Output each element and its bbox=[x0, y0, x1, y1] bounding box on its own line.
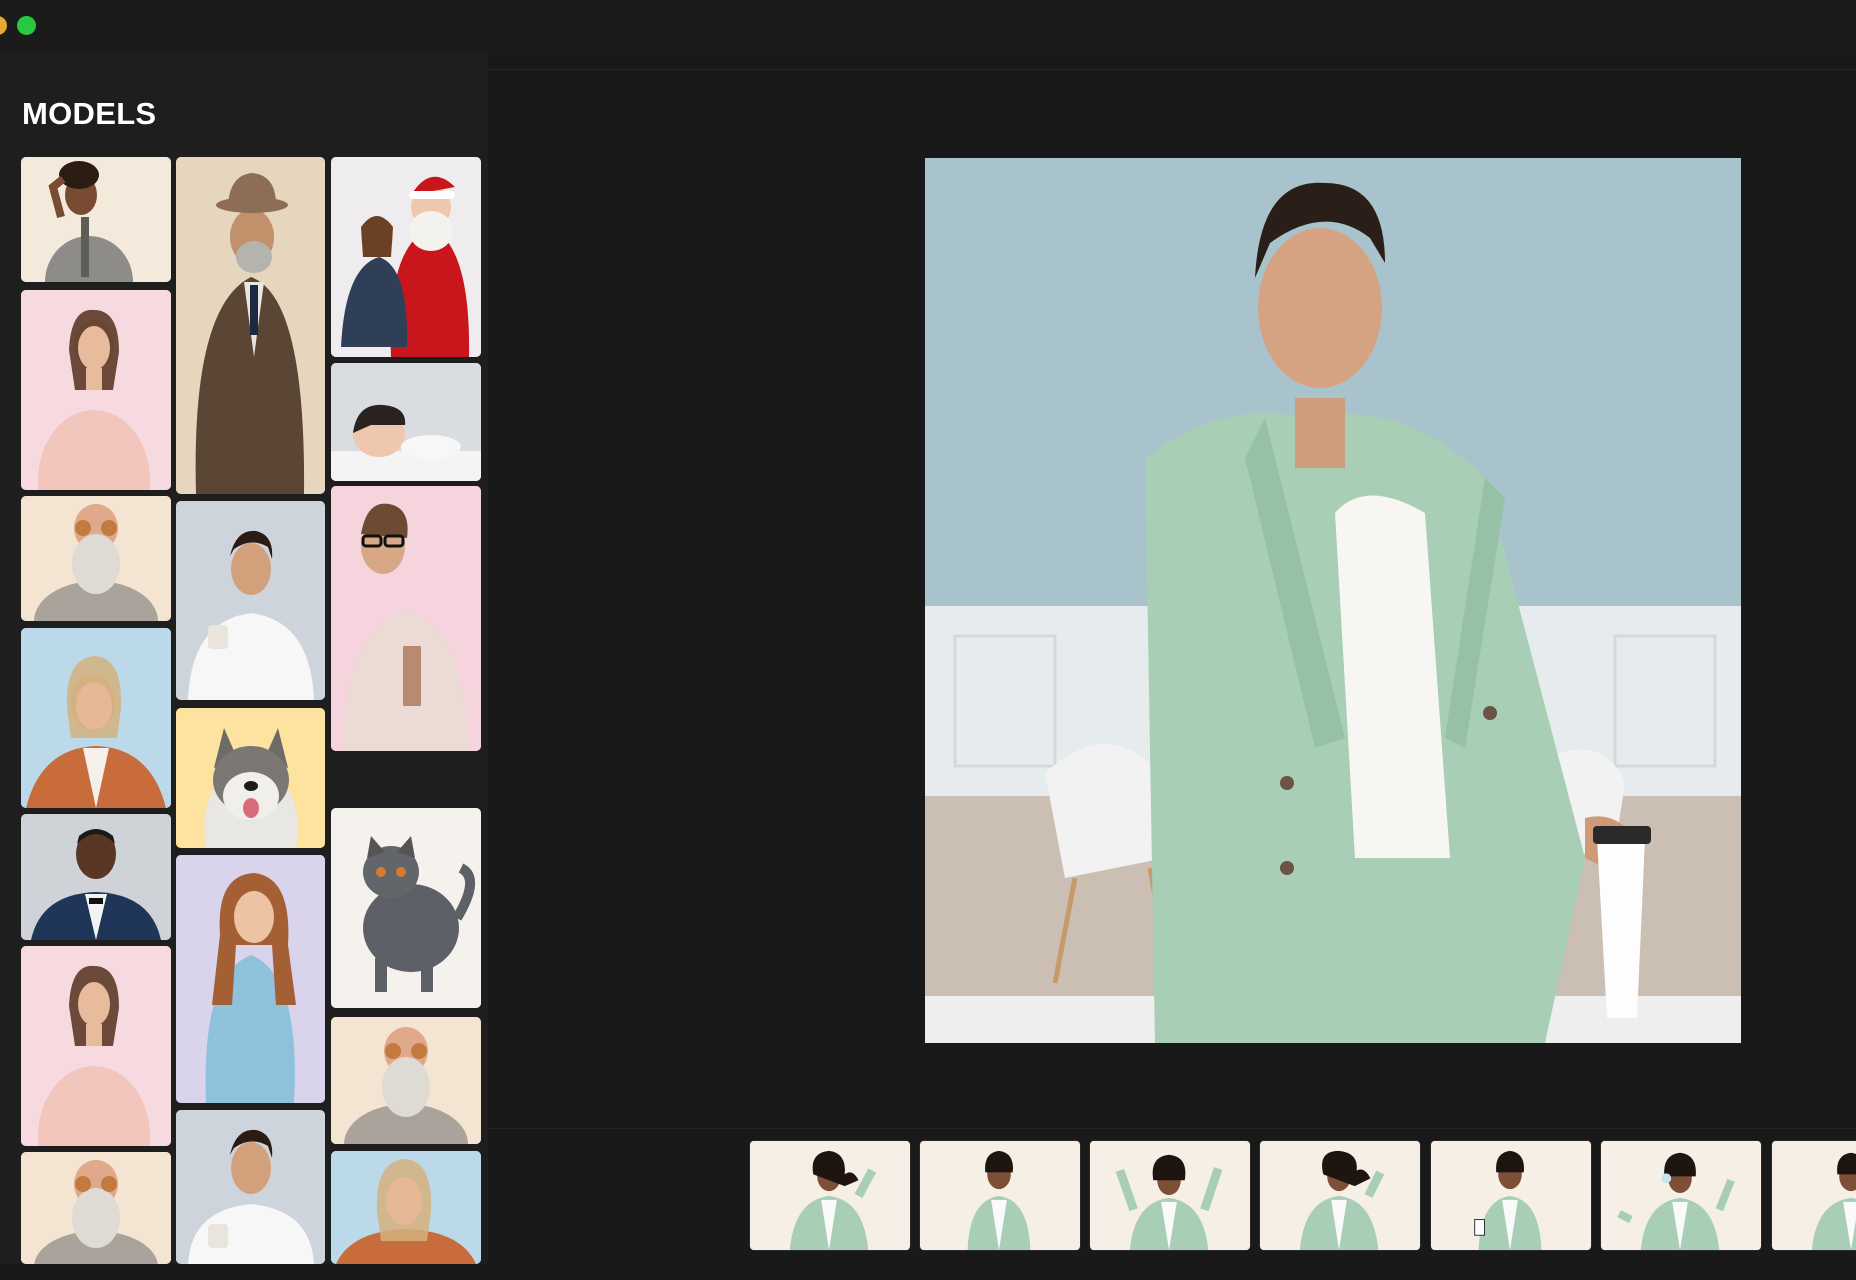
variation-thumb-pose-standing[interactable] bbox=[919, 1140, 1081, 1251]
divider bbox=[488, 69, 1856, 70]
variation-thumb-pose-headphones[interactable] bbox=[1600, 1140, 1762, 1251]
model-card-man-white-tshirt-cup-2[interactable] bbox=[176, 1110, 325, 1264]
model-card-man-tuxedo[interactable] bbox=[21, 814, 171, 940]
model-card-woman-pink-blouse-2[interactable] bbox=[21, 946, 171, 1146]
model-card-husky-dog[interactable] bbox=[176, 708, 325, 848]
window-titlebar bbox=[0, 0, 1856, 54]
model-card-woman-ok-gesture[interactable] bbox=[21, 157, 171, 282]
model-card-man-fedora-suit[interactable] bbox=[176, 157, 325, 494]
model-card-grey-cat[interactable] bbox=[331, 808, 481, 1008]
variation-thumb-pose-hair-flip[interactable] bbox=[749, 1140, 911, 1251]
variation-thumb-pose-coffee[interactable] bbox=[1430, 1140, 1592, 1251]
minimize-window-button[interactable] bbox=[0, 16, 7, 35]
model-card-sleeping-child[interactable] bbox=[331, 363, 481, 481]
model-card-girl-denim-dress[interactable] bbox=[176, 855, 325, 1103]
model-card-man-glasses-tattoo[interactable] bbox=[331, 486, 481, 751]
model-card-santa-with-girl[interactable] bbox=[331, 157, 481, 357]
variation-thumb-pose-arms-up[interactable] bbox=[1089, 1140, 1251, 1251]
sidebar-title: MODELS bbox=[22, 96, 157, 131]
preview-image[interactable] bbox=[925, 158, 1741, 1043]
divider bbox=[488, 1128, 1856, 1129]
model-card-man-white-tshirt-cup[interactable] bbox=[176, 501, 325, 700]
model-card-woman-pink-blouse[interactable] bbox=[21, 290, 171, 490]
variation-thumb-pose-partial[interactable] bbox=[1771, 1140, 1856, 1251]
model-card-bearded-man-cookies[interactable] bbox=[21, 496, 171, 621]
model-card-bearded-man-cookies-2[interactable] bbox=[331, 1017, 481, 1144]
model-card-woman-orange-blazer-2[interactable] bbox=[331, 1151, 481, 1264]
variation-thumb-pose-hair-flip-2[interactable] bbox=[1259, 1140, 1421, 1251]
model-card-woman-orange-blazer[interactable] bbox=[21, 628, 171, 808]
model-card-bearded-man-cookies-3[interactable] bbox=[21, 1152, 171, 1264]
models-sidebar: MODELS bbox=[0, 54, 488, 1264]
zoom-window-button[interactable] bbox=[17, 16, 36, 35]
